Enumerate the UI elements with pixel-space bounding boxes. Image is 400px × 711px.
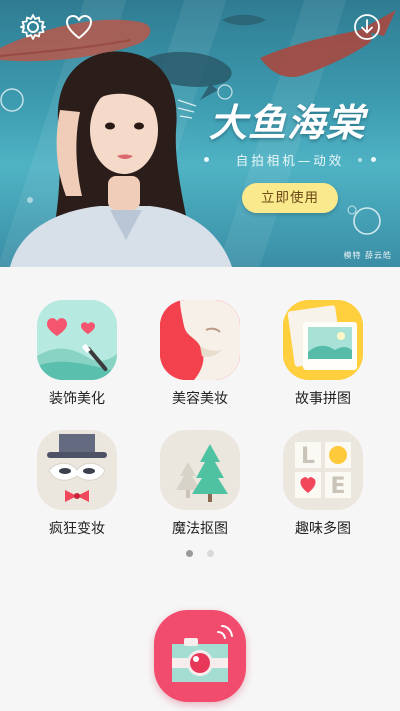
promo-banner[interactable]: 大鱼海棠 自拍相机—动效 立即使用 模特 薛云皓 — [0, 0, 400, 267]
svg-text:L: L — [301, 444, 315, 469]
model-credit: 模特 薛云皓 — [343, 251, 392, 260]
feature-fun-multi-photo[interactable]: L E 趣味多图 — [268, 430, 378, 538]
feature-beauty[interactable]: 美容美妆 — [145, 300, 255, 408]
page-indicator — [186, 550, 214, 557]
page-dot-active[interactable] — [186, 550, 193, 557]
feature-label: 美容美妆 — [172, 391, 228, 407]
magic-cutout-icon — [160, 430, 240, 510]
feature-label: 趣味多图 — [295, 521, 351, 537]
beauty-icon — [160, 300, 240, 380]
feature-label: 装饰美化 — [49, 391, 105, 407]
favorites-heart-icon[interactable] — [64, 12, 94, 42]
svg-text:E: E — [330, 474, 345, 499]
feature-label: 魔法抠图 — [172, 521, 228, 537]
feature-crazy-makeup[interactable]: 疯狂变妆 — [22, 430, 132, 538]
banner-subtitle: 自拍相机—动效 — [204, 150, 376, 169]
camera-button[interactable] — [154, 610, 246, 702]
download-icon[interactable] — [352, 12, 382, 42]
use-now-button[interactable]: 立即使用 — [242, 183, 338, 213]
banner-title: 大鱼海棠 — [208, 100, 365, 145]
feature-decorate[interactable]: 装饰美化 — [22, 300, 132, 408]
crazy-makeup-icon — [37, 430, 117, 510]
feature-label: 故事拼图 — [295, 391, 351, 407]
feature-magic-cutout[interactable]: 魔法抠图 — [145, 430, 255, 538]
camera-icon — [172, 625, 233, 682]
feature-label: 疯狂变妆 — [49, 521, 105, 537]
story-collage-icon — [283, 300, 363, 380]
decorate-icon — [37, 300, 117, 380]
feature-story-collage[interactable]: 故事拼图 — [268, 300, 378, 408]
fun-multi-photo-icon: L E — [283, 430, 363, 510]
settings-gear-icon[interactable] — [18, 12, 48, 42]
page-dot[interactable] — [207, 550, 214, 557]
